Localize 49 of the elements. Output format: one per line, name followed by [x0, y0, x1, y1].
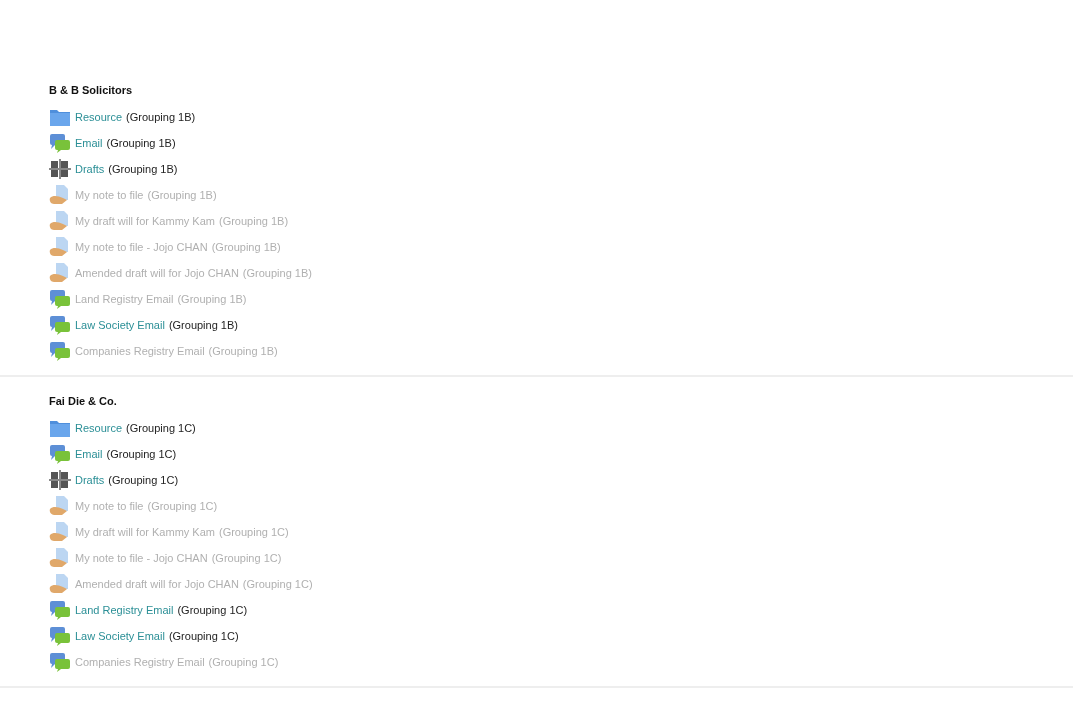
- document-hand-icon: [49, 521, 71, 542]
- document-hand-icon: [49, 184, 71, 205]
- grouping-label: (Grouping 1B): [147, 188, 217, 201]
- activity-link[interactable]: Law Society Email: [75, 318, 165, 331]
- document-hand-icon: [49, 573, 71, 594]
- activity-link[interactable]: Email: [75, 136, 103, 149]
- grouping-label: (Grouping 1B): [126, 110, 196, 123]
- chat-bubbles-icon: [49, 288, 71, 309]
- grid-icon: [49, 469, 71, 490]
- chat-bubbles-icon: [49, 443, 71, 464]
- activity-link[interactable]: Resource: [75, 110, 123, 123]
- grouping-label: (Grouping 1C): [147, 499, 218, 512]
- chat-bubbles-icon: [49, 625, 71, 646]
- grouping-label: (Grouping 1C): [218, 525, 289, 538]
- document-hand-icon: [49, 210, 71, 231]
- grouping-label: (Grouping 1C): [177, 603, 248, 616]
- grouping-label: (Grouping 1C): [106, 447, 177, 460]
- chat-bubbles-icon: [49, 651, 71, 672]
- grouping-label: (Grouping 1C): [208, 655, 279, 668]
- activity-link[interactable]: Land Registry Email: [75, 603, 174, 616]
- activity-link[interactable]: Drafts: [75, 473, 105, 486]
- grouping-label: (Grouping 1C): [211, 551, 282, 564]
- section-title: Fai Die & Co.: [49, 395, 118, 407]
- grouping-label: (Grouping 1B): [177, 292, 247, 305]
- grouping-label: (Grouping 1C): [126, 421, 196, 434]
- document-hand-icon: [49, 495, 71, 516]
- activity-link[interactable]: Resource: [75, 421, 123, 434]
- chat-bubbles-icon: [49, 314, 71, 335]
- grid-icon: [49, 158, 71, 179]
- activity-link[interactable]: Email: [75, 447, 103, 460]
- activity-link[interactable]: Drafts: [75, 162, 105, 175]
- chat-bubbles-icon: [49, 132, 71, 153]
- grouping-label: (Grouping 1B): [242, 266, 312, 279]
- document-hand-icon: [49, 236, 71, 257]
- grouping-label: (Grouping 1C): [108, 473, 179, 486]
- document-hand-icon: [49, 547, 71, 568]
- grouping-label: (Grouping 1B): [211, 240, 281, 253]
- grouping-label: (Grouping 1B): [108, 162, 178, 175]
- grouping-label: (Grouping 1B): [168, 318, 238, 331]
- grouping-label: (Grouping 1B): [208, 344, 278, 357]
- activity-link[interactable]: Law Society Email: [75, 629, 165, 642]
- grouping-label: (Grouping 1B): [218, 214, 289, 227]
- chat-bubbles-icon: [49, 599, 71, 620]
- chat-bubbles-icon: [49, 340, 71, 361]
- grouping-label: (Grouping 1C): [242, 577, 313, 590]
- document-hand-icon: [49, 262, 71, 283]
- section-title: B & B Solicitors: [49, 84, 134, 96]
- grouping-label: (Grouping 1C): [168, 629, 239, 642]
- grouping-label: (Grouping 1B): [106, 136, 176, 149]
